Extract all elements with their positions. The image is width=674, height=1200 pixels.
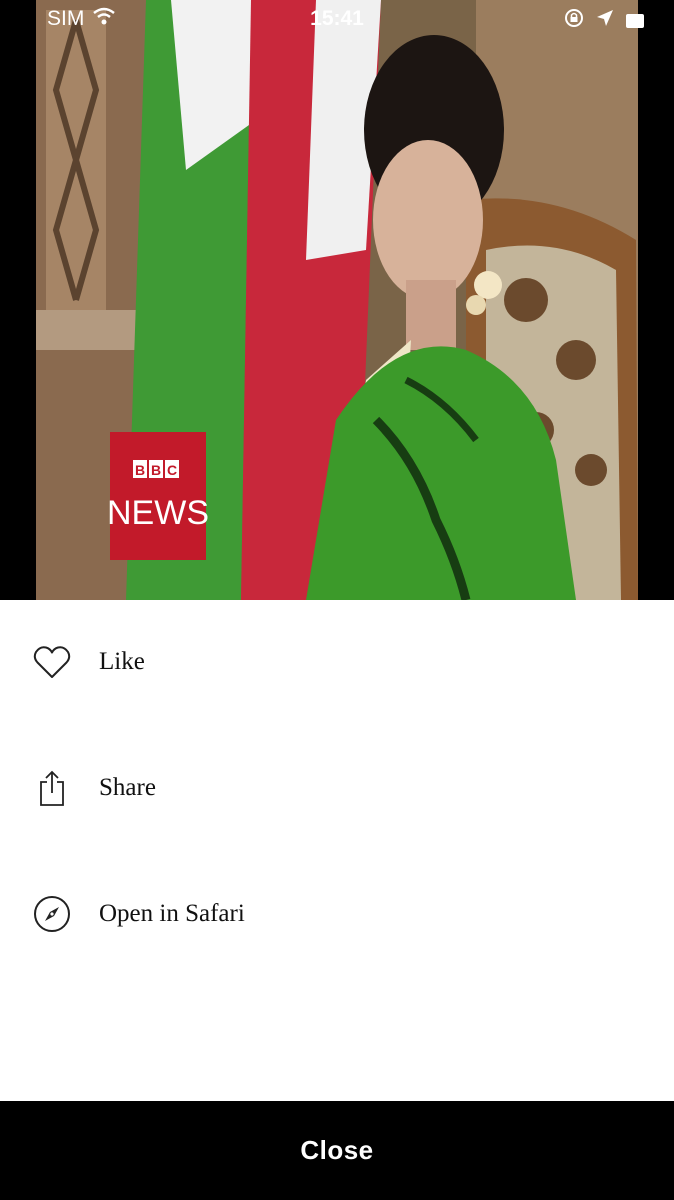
bbc-logo-letter-1: B xyxy=(135,462,145,478)
news-logo-text: NEWS xyxy=(107,494,209,532)
like-label: Like xyxy=(99,648,145,675)
status-right xyxy=(564,8,644,34)
status-bar: SIM 15:41 xyxy=(0,0,674,38)
orientation-lock-icon xyxy=(564,8,584,34)
open-in-safari-button[interactable]: Open in Safari xyxy=(0,874,674,954)
bbc-logo-letter-2: B xyxy=(151,462,161,478)
heart-icon xyxy=(32,642,72,682)
bbc-logo-letter-3: C xyxy=(167,462,177,478)
media-viewer: B B C NEWS SIM 15:41 xyxy=(0,0,674,600)
photo-illustration: B B C NEWS xyxy=(36,0,638,600)
close-button[interactable]: Close xyxy=(0,1101,674,1200)
like-button[interactable]: Like xyxy=(0,622,674,702)
news-photo: B B C NEWS xyxy=(36,0,638,600)
open-in-safari-label: Open in Safari xyxy=(99,900,245,927)
close-label: Close xyxy=(300,1135,374,1165)
compass-icon xyxy=(32,894,72,934)
share-icon xyxy=(32,768,72,808)
battery-icon xyxy=(626,14,644,28)
share-label: Share xyxy=(99,774,156,801)
location-arrow-icon xyxy=(596,9,614,33)
share-button[interactable]: Share xyxy=(0,748,674,828)
